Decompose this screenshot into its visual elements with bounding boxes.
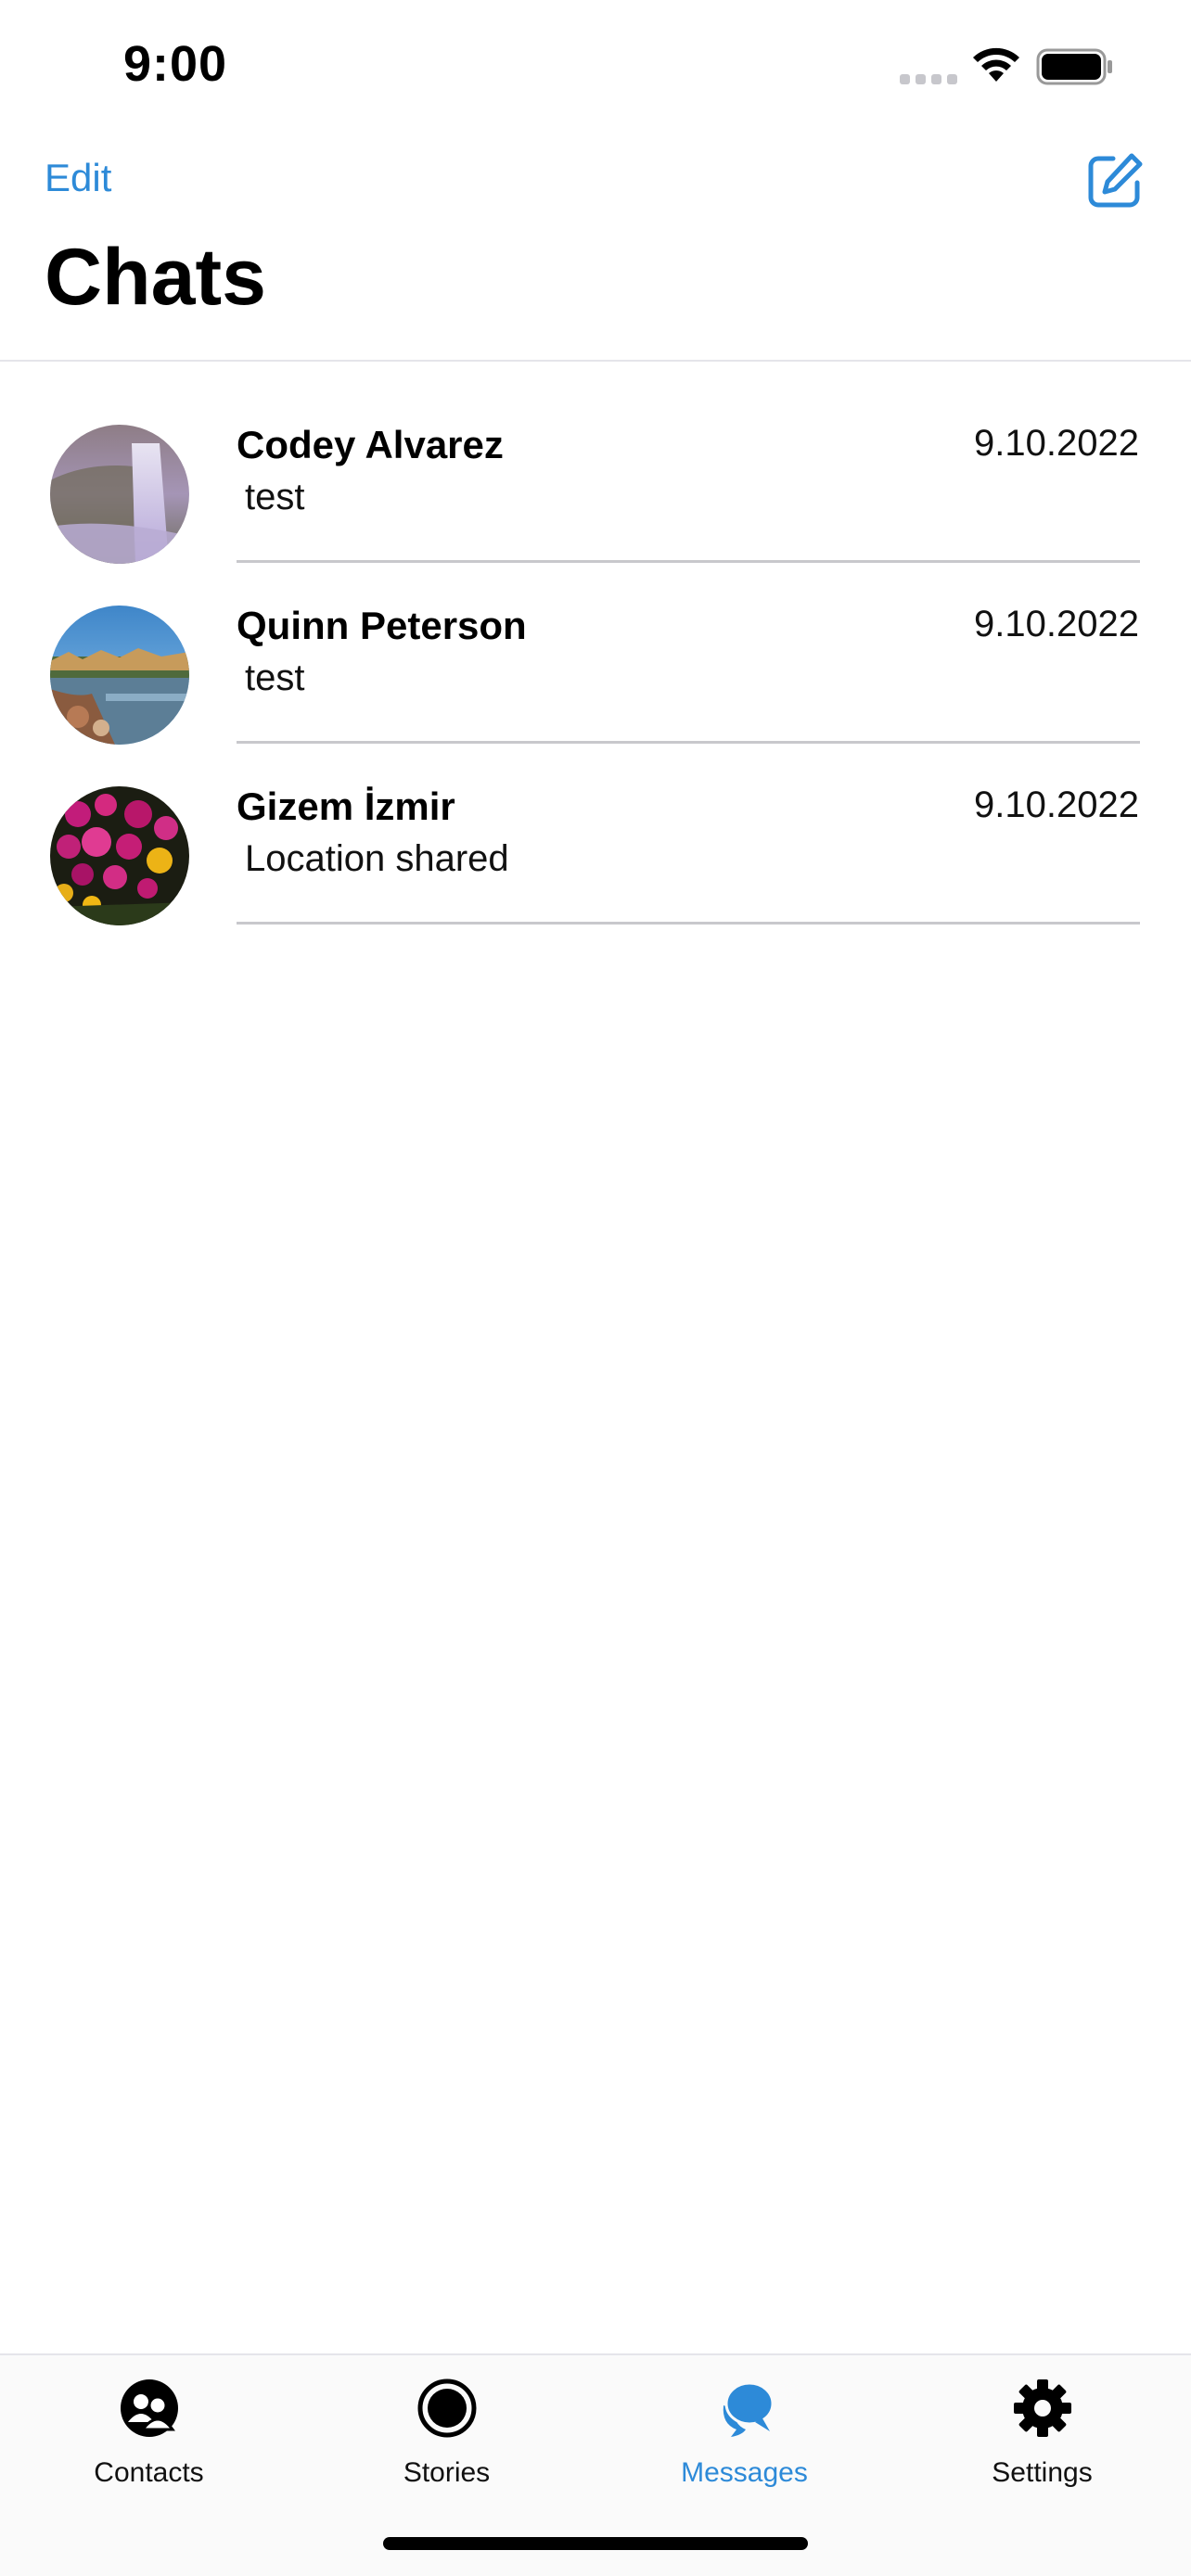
chat-date: 9.10.2022	[974, 604, 1139, 644]
tab-label: Contacts	[94, 2457, 204, 2488]
status-time: 9:00	[123, 36, 228, 92]
tab-label: Stories	[403, 2457, 491, 2488]
cellular-signal-icon	[900, 74, 957, 84]
tab-contacts[interactable]: Contacts	[0, 2355, 298, 2513]
stories-icon	[417, 2378, 477, 2438]
chat-row[interactable]: Quinn Peterson 9.10.2022 test	[0, 542, 1191, 745]
contacts-icon	[121, 2379, 178, 2437]
tab-settings[interactable]: Settings	[893, 2355, 1191, 2513]
battery-icon	[1036, 48, 1112, 85]
page-title: Chats	[45, 233, 266, 322]
chat-list: Codey Alvarez 9.10.2022 test Quinn Peter…	[0, 362, 1191, 925]
tab-stories[interactable]: Stories	[298, 2355, 596, 2513]
messages-icon	[723, 2381, 775, 2437]
tab-messages[interactable]: Messages	[596, 2355, 893, 2513]
chat-preview: test	[245, 477, 305, 517]
compose-icon	[1088, 153, 1143, 208]
chat-name: Codey Alvarez	[237, 423, 504, 466]
row-divider	[237, 922, 1140, 925]
chats-screen: 9:00 Edit Chats Codey Alvarez 9.10.2022 …	[0, 0, 1191, 2576]
settings-icon	[1014, 2379, 1071, 2437]
chat-preview: test	[245, 657, 305, 698]
chat-preview: Location shared	[245, 838, 509, 879]
status-bar: 9:00	[0, 0, 1191, 139]
compose-button[interactable]	[1085, 151, 1145, 210]
chat-row[interactable]: Gizem İzmir 9.10.2022 Location shared	[0, 723, 1191, 925]
wifi-icon	[973, 47, 1019, 82]
chat-row[interactable]: Codey Alvarez 9.10.2022 test	[0, 362, 1191, 564]
flowers-photo	[50, 786, 189, 925]
chat-date: 9.10.2022	[974, 423, 1139, 464]
chat-date: 9.10.2022	[974, 784, 1139, 825]
chat-name: Quinn Peterson	[237, 604, 527, 647]
home-indicator	[383, 2537, 808, 2550]
avatar	[50, 786, 189, 925]
chat-name: Gizem İzmir	[237, 784, 455, 828]
tab-label: Messages	[681, 2457, 808, 2488]
edit-button[interactable]: Edit	[45, 156, 111, 200]
tab-label: Settings	[992, 2457, 1093, 2488]
